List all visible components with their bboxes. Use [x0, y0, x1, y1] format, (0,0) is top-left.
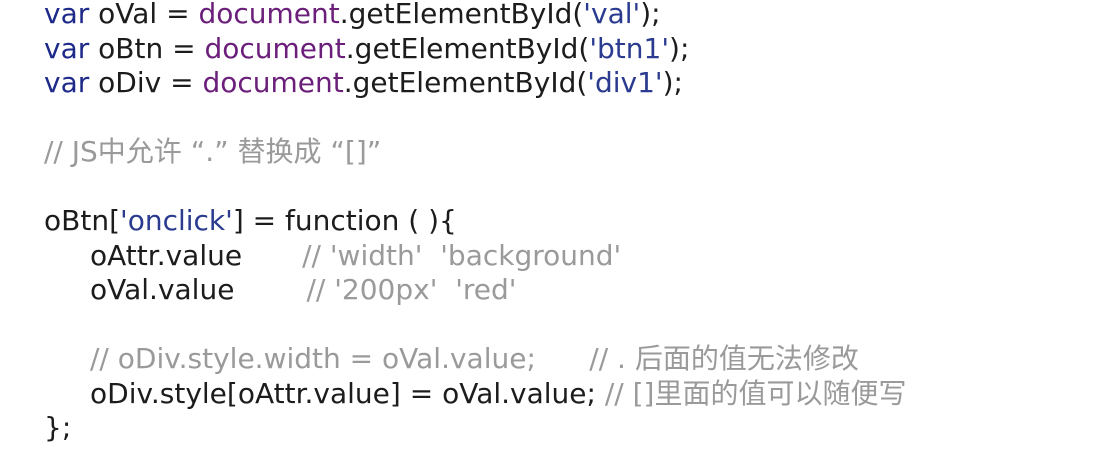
- code-text: oVal =: [89, 0, 199, 30]
- code-text: oDiv.style[oAttr.value] = oVal.value;: [90, 376, 605, 410]
- document-object: document: [202, 66, 344, 99]
- code-text: oAttr.value: [90, 238, 243, 272]
- comment-line: // JS中允许 “.” 替换成 “[]”: [44, 135, 382, 168]
- code-text: oBtn[: [44, 204, 120, 237]
- code-text: );: [662, 66, 683, 99]
- document-object: document: [204, 31, 346, 65]
- keyword-var: var: [44, 31, 90, 65]
- code-line-onclick: oBtn['onclick'] = function ( ){: [44, 204, 1094, 239]
- code-text: oBtn =: [89, 31, 205, 65]
- code-text: };: [44, 411, 72, 444]
- inline-comment: // 'width' 'background': [302, 238, 622, 272]
- code-line-style-assign: oDiv.style[oAttr.value] = oVal.value; //…: [44, 377, 1094, 412]
- code-text: );: [640, 0, 661, 30]
- inline-comment: // '200px' 'red': [306, 273, 517, 306]
- code-text: );: [669, 31, 690, 65]
- string-arg: 'div1': [587, 66, 663, 99]
- code-text: oDiv =: [89, 66, 203, 99]
- code-line-3: var oDiv = document.getElementById('div1…: [44, 66, 1094, 101]
- code-text: oVal.value: [90, 273, 235, 306]
- code-line-oval: oVal.value // '200px' 'red': [44, 273, 1094, 308]
- comment-line: // oDiv.style.width = oVal.value; // . 后…: [90, 342, 859, 375]
- method-call: .getElementById(: [339, 0, 584, 30]
- keyword-var: var: [44, 66, 90, 99]
- string-arg: 'val': [583, 0, 641, 30]
- string-arg: 'btn1': [589, 31, 670, 65]
- code-line-2: var oBtn = document.getElementById('btn1…: [44, 32, 1094, 67]
- inline-comment: // []里面的值可以随便写: [604, 376, 907, 410]
- code-line-oattr: oAttr.value // 'width' 'background': [44, 239, 1094, 274]
- code-line-1: var oVal = document.getElementById('val'…: [44, 0, 1094, 32]
- method-call: .getElementById(: [343, 66, 588, 99]
- string-arg: 'onclick': [120, 204, 233, 237]
- code-editor: var oVal = document.getElementById('val'…: [0, 0, 1094, 454]
- code-text: ] = function ( ){: [232, 204, 457, 237]
- method-call: .getElementById(: [345, 31, 590, 65]
- keyword-var: var: [44, 0, 90, 30]
- code-line-end: };: [44, 411, 1094, 446]
- document-object: document: [198, 0, 340, 30]
